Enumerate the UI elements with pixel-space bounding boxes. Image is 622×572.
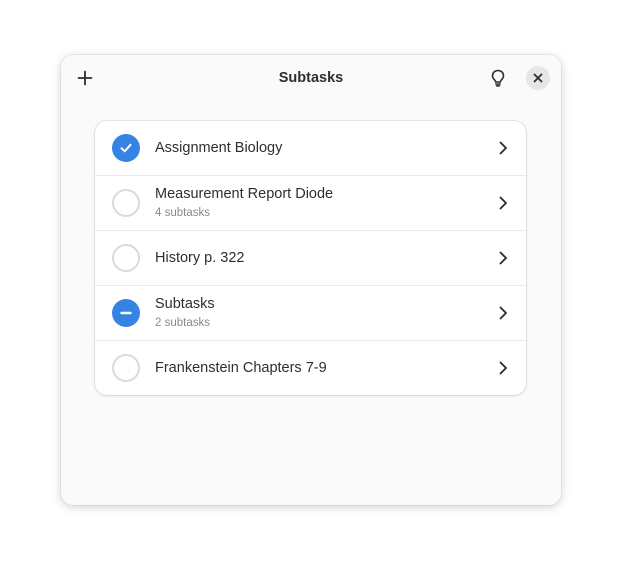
subtasks-window: Subtasks Assignment Biology Measurement R… (61, 55, 561, 505)
task-checkbox[interactable] (112, 134, 140, 162)
task-label: Assignment Biology (155, 139, 283, 156)
task-checkbox[interactable] (112, 244, 140, 272)
task-label: Frankenstein Chapters 7-9 (155, 359, 327, 376)
chevron-right-icon (495, 195, 511, 211)
minus-icon (120, 311, 132, 315)
task-row[interactable]: History p. 322 (95, 230, 526, 285)
task-text: Subtasks 2 subtasks (155, 286, 215, 340)
chevron-right-icon (495, 305, 511, 321)
chevron-right-icon (495, 360, 511, 376)
task-text: Assignment Biology (155, 121, 282, 175)
task-list: Assignment Biology Measurement Report Dio… (95, 121, 526, 395)
task-label: Subtasks (155, 296, 215, 312)
task-checkbox[interactable] (112, 189, 140, 217)
task-checkbox[interactable] (112, 299, 140, 327)
close-icon (533, 73, 543, 83)
task-text: Frankenstein Chapters 7-9 (155, 341, 327, 395)
plus-icon (77, 70, 93, 86)
add-task-button[interactable] (70, 64, 100, 92)
lightbulb-icon (491, 69, 505, 87)
hint-button[interactable] (483, 64, 513, 92)
chevron-right-icon (495, 250, 511, 266)
task-subtask-count: 2 subtasks (155, 317, 210, 329)
task-row[interactable]: Measurement Report Diode 4 subtasks (95, 175, 526, 230)
header-bar: Subtasks (61, 55, 561, 101)
task-text: History p. 322 (155, 231, 244, 285)
task-label: History p. 322 (155, 249, 245, 266)
close-button[interactable] (526, 66, 550, 90)
task-label: Measurement Report Diode (155, 186, 334, 202)
task-subtask-count: 4 subtasks (155, 207, 210, 219)
task-row[interactable]: Subtasks 2 subtasks (95, 285, 526, 340)
chevron-right-icon (495, 140, 511, 156)
checkmark-icon (120, 143, 132, 153)
task-text: Measurement Report Diode 4 subtasks (155, 176, 333, 230)
task-checkbox[interactable] (112, 354, 140, 382)
task-row[interactable]: Assignment Biology (95, 121, 526, 175)
task-row[interactable]: Frankenstein Chapters 7-9 (95, 340, 526, 395)
